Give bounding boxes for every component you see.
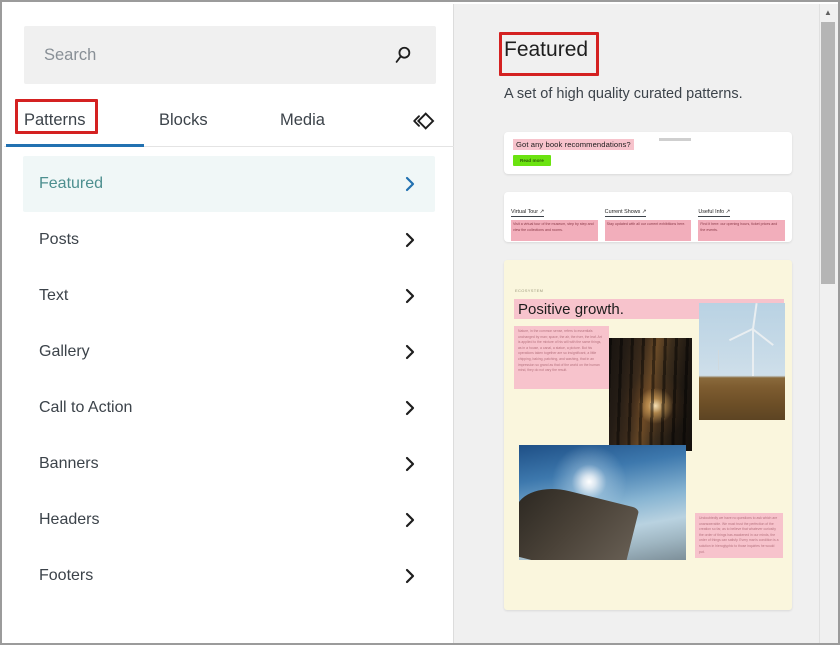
- search-input[interactable]: [42, 45, 376, 66]
- pattern-preview-panel: Featured A set of high quality curated p…: [454, 4, 840, 645]
- tab-patterns-label: Patterns: [24, 111, 85, 130]
- pattern-card-three-columns[interactable]: Virtual Tour ↗ Visit a virtual tour of t…: [504, 192, 792, 242]
- sidebar-item-label: Call to Action: [39, 399, 132, 417]
- pattern-column: Virtual Tour ↗ Visit a virtual tour of t…: [511, 200, 598, 241]
- coastline-sunset-photo: [519, 445, 686, 560]
- pattern-column-heading: Current Shows ↗: [605, 209, 647, 217]
- tab-blocks-label: Blocks: [159, 111, 208, 130]
- tab-media-label: Media: [280, 111, 325, 130]
- sidebar-item-footers[interactable]: Footers: [23, 548, 435, 604]
- pattern-column-body: Visit a virtual tour of the museum, step…: [511, 220, 598, 241]
- tab-active-underline: [6, 144, 144, 147]
- chevron-right-icon: [401, 287, 419, 305]
- sidebar-item-call-to-action[interactable]: Call to Action: [23, 380, 435, 436]
- chevron-right-icon: [401, 511, 419, 529]
- sidebar-item-label: Banners: [39, 455, 99, 473]
- tab-media[interactable]: Media: [280, 96, 325, 144]
- tab-blocks[interactable]: Blocks: [159, 96, 208, 144]
- triangle-up-icon[interactable]: ▲: [820, 4, 836, 21]
- page-title: Featured: [504, 38, 588, 62]
- sidebar-item-text[interactable]: Text: [23, 268, 435, 324]
- chevron-right-icon: [401, 399, 419, 417]
- sidebar-item-banners[interactable]: Banners: [23, 436, 435, 492]
- scrollbar-thumb[interactable]: [821, 22, 835, 284]
- pattern-card-list: Got any book recommendations? Read more …: [504, 132, 792, 628]
- sidebar-item-gallery[interactable]: Gallery: [23, 324, 435, 380]
- chevron-left-diamond-icon[interactable]: [410, 108, 436, 134]
- inserter-sidebar: Patterns Blocks Media Featured: [4, 4, 454, 645]
- chevron-right-icon: [401, 343, 419, 361]
- sidebar-item-featured[interactable]: Featured: [23, 156, 435, 212]
- pattern-card-comment[interactable]: Got any book recommendations? Read more: [504, 132, 792, 174]
- sidebar-item-headers[interactable]: Headers: [23, 492, 435, 548]
- wind-turbine-photo: [699, 303, 785, 420]
- page-subtitle: A set of high quality curated patterns.: [504, 86, 743, 102]
- search-field-wrapper[interactable]: [24, 26, 436, 84]
- pattern-heading-text: Positive growth.: [514, 301, 624, 318]
- chevron-right-icon: [401, 175, 419, 193]
- pattern-column-heading: Virtual Tour ↗: [511, 209, 544, 217]
- pattern-column: Current Shows ↗ Stay updated with all ou…: [605, 200, 692, 241]
- pattern-column: Useful Info ↗ Find it here: our opening …: [698, 200, 785, 241]
- pattern-paragraph-left: Nature, in the common sense, refers to e…: [514, 326, 609, 389]
- sidebar-item-label: Gallery: [39, 343, 90, 361]
- pattern-category-list: Featured Posts Text Gallery: [4, 156, 454, 604]
- vertical-scrollbar[interactable]: ▲: [819, 4, 836, 645]
- pattern-card-positive-growth[interactable]: ECOSYSTEM Positive growth. Nature, in th…: [504, 260, 792, 610]
- search-icon[interactable]: [392, 44, 414, 66]
- pattern-comment-heading: Got any book recommendations?: [513, 139, 634, 150]
- inserter-tabs: Patterns Blocks Media: [4, 96, 454, 144]
- forest-sunrise-photo: [609, 338, 692, 451]
- sidebar-item-label: Headers: [39, 511, 99, 529]
- pattern-paragraph-right: Undoubtedly we have no questions to ask …: [695, 513, 783, 558]
- inserter-window: Patterns Blocks Media Featured: [0, 0, 840, 645]
- pattern-column-heading: Useful Info ↗: [698, 209, 730, 217]
- sidebar-item-posts[interactable]: Posts: [23, 212, 435, 268]
- tab-patterns[interactable]: Patterns: [24, 96, 85, 144]
- sidebar-item-label: Footers: [39, 567, 93, 585]
- sidebar-item-label: Featured: [39, 175, 103, 193]
- sidebar-item-label: Posts: [39, 231, 79, 249]
- pattern-comment-button: Read more: [513, 155, 551, 166]
- pattern-eyebrow: ECOSYSTEM: [515, 288, 543, 293]
- pattern-column-body: Find it here: our opening hours, ticket …: [698, 220, 785, 241]
- pattern-comment-meta-line: [659, 138, 691, 141]
- chevron-right-icon: [401, 231, 419, 249]
- pattern-column-body: Stay updated with all our current exhibi…: [605, 220, 692, 241]
- chevron-right-icon: [401, 455, 419, 473]
- chevron-right-icon: [401, 567, 419, 585]
- sidebar-item-label: Text: [39, 287, 68, 305]
